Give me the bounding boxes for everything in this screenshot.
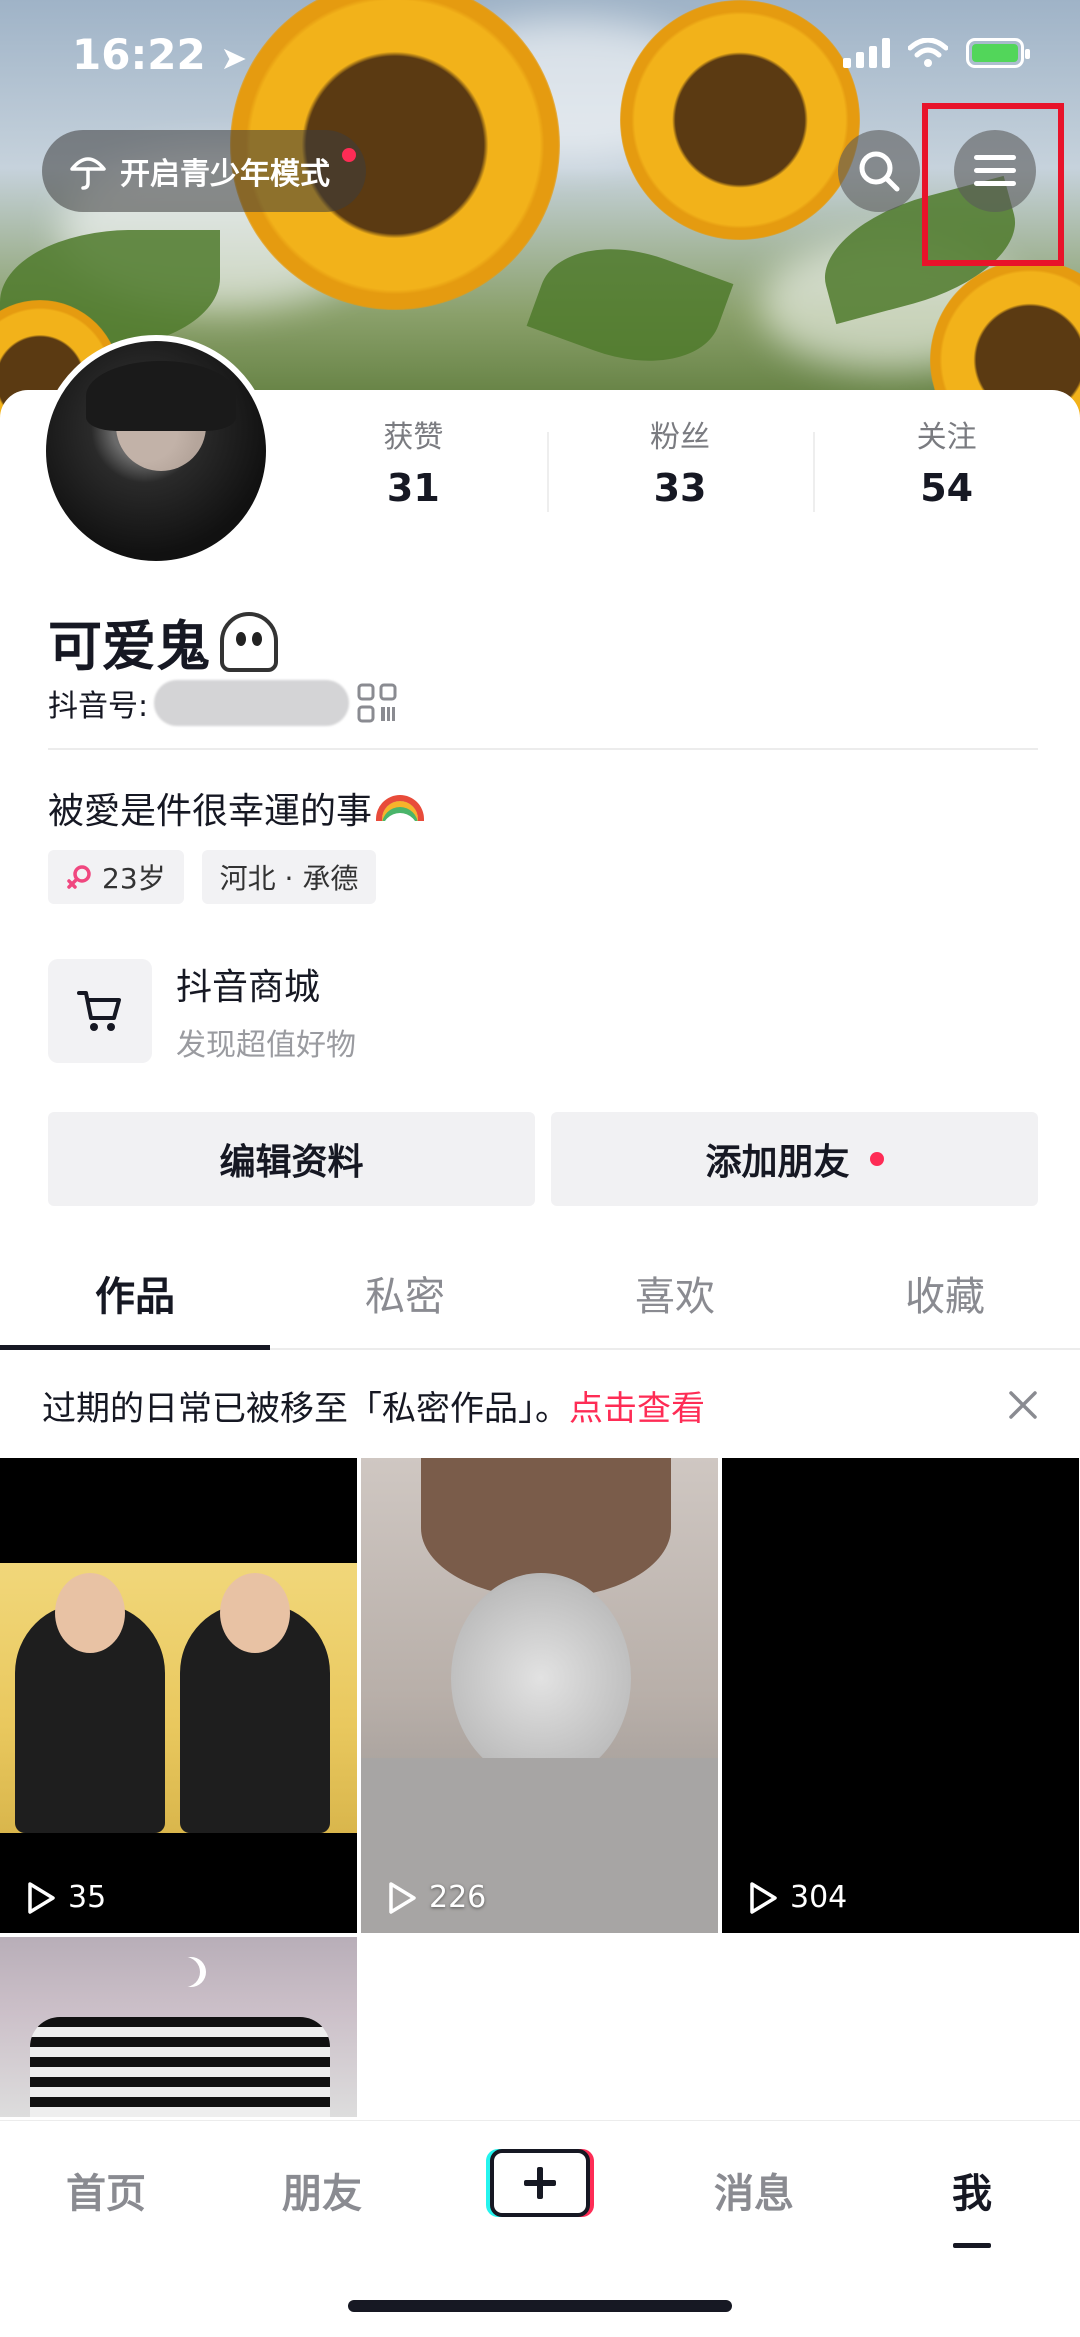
create-button[interactable] <box>490 2149 590 2217</box>
teen-mode-dot <box>342 148 356 162</box>
tab-private[interactable]: 私密 <box>270 1240 540 1348</box>
thumbnail-head <box>55 1573 125 1653</box>
edit-profile-button[interactable]: 编辑资料 <box>48 1112 535 1206</box>
close-icon[interactable] <box>1006 1388 1040 1422</box>
stat-likes[interactable]: 获赞 31 <box>280 412 547 510</box>
stat-following[interactable]: 关注 54 <box>813 412 1080 512</box>
play-icon <box>389 1881 416 1914</box>
stat-value: 31 <box>386 466 440 510</box>
thumbnail-striped-shirt <box>30 2017 330 2117</box>
play-count: 304 <box>748 1880 847 1915</box>
ghost-emoji-icon <box>220 611 278 672</box>
play-icon <box>28 1881 55 1914</box>
edit-profile-label: 编辑资料 <box>219 1142 364 1183</box>
notice-link[interactable]: 点击查看 <box>569 1381 705 1430</box>
nickname-text: 可爱鬼 <box>48 615 210 678</box>
douyin-id-redacted <box>154 680 350 726</box>
thumbnail-blurred-face <box>451 1573 631 1783</box>
nav-friends[interactable]: 朋友 <box>282 2161 362 2219</box>
profile-actions: 编辑资料 添加朋友 <box>48 1112 1038 1206</box>
nav-me[interactable]: 我 <box>952 2161 992 2219</box>
nickname: 可爱鬼 <box>48 602 278 681</box>
wifi-icon <box>908 38 948 67</box>
nav-active-indicator <box>953 2243 991 2248</box>
mall-subtitle: 发现超值好物 <box>176 1028 356 1063</box>
thumbnail-head <box>220 1573 290 1653</box>
moon-icon <box>170 1957 200 1987</box>
avatar[interactable] <box>40 335 272 567</box>
video-thumbnail[interactable]: 226 <box>361 1458 718 1933</box>
nav-messages[interactable]: 消息 <box>714 2161 794 2219</box>
play-count: 226 <box>387 1880 486 1915</box>
stat-followers[interactable]: 粉丝 33 <box>546 412 814 512</box>
mall-title: 抖音商城 <box>176 967 321 1008</box>
home-indicator[interactable] <box>348 2300 732 2312</box>
status-icons <box>843 38 1030 68</box>
notice-text: 过期的日常已被移至「私密作品」。 <box>42 1388 569 1429</box>
battery-icon <box>966 38 1030 68</box>
stat-value: 33 <box>653 466 707 510</box>
add-friend-label: 添加朋友 <box>705 1142 850 1183</box>
status-time-text: 16:22 <box>72 30 206 79</box>
thumbnail-photo <box>0 1563 357 1833</box>
menu-highlight-box <box>922 103 1064 266</box>
age-tag-text: 23岁 <box>102 862 166 895</box>
female-gender-icon <box>67 865 91 889</box>
play-count-text: 226 <box>429 1880 487 1915</box>
douyin-mall-entry[interactable]: 抖音商城 发现超值好物 <box>48 958 356 1064</box>
banner-leaf <box>526 222 734 388</box>
location-tag: 河北 · 承德 <box>201 850 377 904</box>
mall-text: 抖音商城 发现超值好物 <box>176 958 356 1064</box>
profile-stats: 获赞 31 粉丝 33 关注 54 <box>280 412 1080 512</box>
umbrella-icon <box>70 157 106 190</box>
video-thumbnail[interactable]: 304 <box>722 1458 1079 1933</box>
douyin-id-row[interactable]: 抖音号: <box>48 680 397 726</box>
video-thumbnail[interactable]: 35 <box>0 1458 357 1933</box>
status-time: 16:22 ➤ <box>72 30 247 79</box>
search-button[interactable] <box>838 130 920 212</box>
shopping-cart-icon <box>77 991 121 1031</box>
content-tabs: 作品 私密 喜欢 收藏 <box>0 1240 1080 1350</box>
mall-icon-box <box>48 959 152 1063</box>
tab-likes[interactable]: 喜欢 <box>540 1240 810 1348</box>
profile-tags: 23岁 河北 · 承德 <box>48 850 377 904</box>
stat-value: 54 <box>920 466 974 510</box>
location-tag-text: 河北 · 承德 <box>219 862 359 895</box>
bio-text: 被愛是件很幸運的事 <box>48 791 373 832</box>
search-icon <box>859 151 900 192</box>
add-friend-dot <box>869 1152 884 1166</box>
teen-mode-label: 开启青少年模式 <box>120 157 330 192</box>
tab-favorites[interactable]: 收藏 <box>810 1240 1080 1348</box>
add-friend-button[interactable]: 添加朋友 <box>551 1112 1038 1206</box>
rainbow-emoji-icon <box>376 795 425 821</box>
profile-card: 获赞 31 粉丝 33 关注 54 可爱鬼 抖音号: 被愛是件很幸運的事 23岁… <box>0 335 1080 2120</box>
stat-label: 关注 <box>916 420 977 455</box>
avatar-hair <box>86 361 236 431</box>
divider <box>48 748 1038 750</box>
bio: 被愛是件很幸運的事 <box>48 782 425 834</box>
qr-code-icon[interactable] <box>357 683 397 723</box>
play-count: 35 <box>26 1880 106 1915</box>
play-icon <box>750 1881 777 1914</box>
archive-notice: 过期的日常已被移至「私密作品」。 点击查看 <box>0 1352 1080 1458</box>
location-arrow-icon: ➤ <box>220 39 248 77</box>
tab-works[interactable]: 作品 <box>0 1240 270 1350</box>
cellular-signal-icon <box>843 38 890 68</box>
stat-label: 获赞 <box>383 420 444 455</box>
play-count-text: 35 <box>68 1880 107 1915</box>
banner-sunflower <box>620 0 860 240</box>
nav-home[interactable]: 首页 <box>66 2161 146 2219</box>
plus-icon <box>524 2167 556 2199</box>
age-tag: 23岁 <box>48 850 184 904</box>
douyin-id-label: 抖音号: <box>48 689 149 724</box>
play-count-text: 304 <box>790 1880 848 1915</box>
video-thumbnail[interactable] <box>0 1937 357 2117</box>
teen-mode-button[interactable]: 开启青少年模式 <box>42 130 366 212</box>
stat-label: 粉丝 <box>650 420 710 455</box>
